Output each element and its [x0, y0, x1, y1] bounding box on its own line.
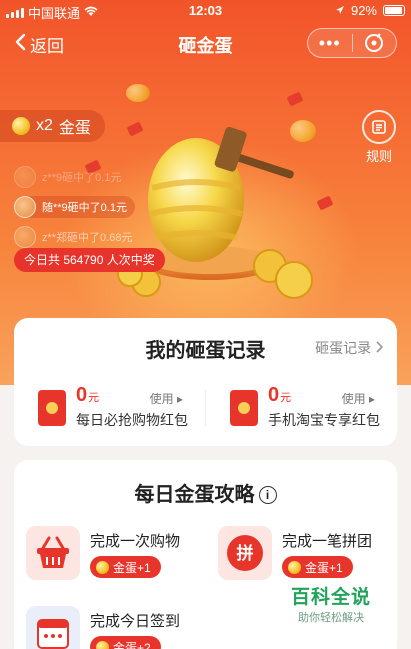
nav-bar: 返回 砸金蛋 ••• — [0, 26, 411, 60]
egg-multiplier: x2 — [36, 117, 53, 134]
rules-label: 规则 — [365, 149, 392, 164]
golden-egg-icon — [96, 560, 109, 574]
info-icon[interactable]: i — [258, 486, 277, 504]
task-item[interactable]: 拼 完成一笔拼团 金蛋+1 — [206, 526, 386, 582]
task-name: 完成一笔拼团 — [282, 533, 373, 550]
winners-feed: z**9砸中了0.1元 随**9砸中了0.1元 z**郑砸中了0.68元 — [14, 166, 135, 256]
avatar — [14, 196, 36, 218]
egg-count-badge: x2 金蛋 — [0, 110, 105, 142]
golden-egg-icon — [96, 640, 109, 649]
use-link[interactable]: 使用 ▸ — [342, 390, 375, 407]
red-packet-icon — [230, 390, 258, 426]
battery-percent: 92% — [350, 3, 377, 18]
status-bar: 中国联通 12:03 92% — [0, 0, 411, 22]
use-link[interactable]: 使用 ▸ — [150, 390, 183, 407]
golden-egg-icon — [12, 117, 30, 135]
location-icon — [335, 3, 345, 18]
svg-text:拼: 拼 — [237, 543, 254, 564]
more-button[interactable]: ••• — [308, 30, 352, 56]
record-item[interactable]: 0元 使用 ▸ 每日必抢购物红包 — [14, 384, 205, 434]
close-button[interactable] — [353, 33, 397, 53]
mini-program-capsule: ••• — [307, 28, 397, 58]
close-circle-icon — [365, 33, 384, 52]
avatar — [14, 166, 36, 188]
red-packet-icon — [38, 390, 66, 426]
rules-icon — [362, 110, 396, 144]
record-amount: 0元 — [76, 384, 100, 406]
task-name: 完成今日签到 — [90, 613, 181, 630]
record-name: 手机淘宝专享红包 — [268, 412, 380, 428]
record-amount: 0元 — [268, 384, 292, 406]
reward-badge: 金蛋+1 — [282, 556, 353, 578]
coin-decoration — [126, 84, 150, 102]
record-name: 每日必抢购物红包 — [76, 412, 188, 428]
watermark-subtitle: 助你轻松解决 — [297, 612, 364, 624]
task-item[interactable]: 完成一次购物 金蛋+1 — [14, 526, 194, 582]
total-winners-badge: 今日共 564790 人次中奖 — [14, 248, 165, 272]
reward-badge: 金蛋+2 — [90, 636, 161, 649]
records-link[interactable]: 砸蛋记录 — [315, 338, 384, 358]
egg-records-card: 我的砸蛋记录 砸蛋记录 0元 使用 ▸ 每日必抢购物红包 0元 使用 ▸ 手机淘… — [14, 318, 397, 446]
winner-item: 随**9砸中了0.1元 — [14, 196, 135, 218]
chevron-right-icon — [375, 340, 384, 356]
task-name: 完成一次购物 — [90, 533, 181, 550]
pin-group-icon: 拼 — [218, 526, 272, 580]
golden-egg-illustration[interactable] — [110, 118, 320, 308]
reward-badge: 金蛋+1 — [90, 556, 161, 578]
watermark-logo: 百科全说 助你轻松解决 — [291, 582, 371, 625]
golden-egg-icon — [288, 560, 301, 574]
avatar — [14, 226, 36, 248]
task-item[interactable]: 完成今日签到 金蛋+2 — [14, 606, 194, 649]
rules-button[interactable]: 规则 — [359, 110, 399, 165]
egg-count-label: 金蛋 — [58, 120, 91, 137]
calendar-icon — [26, 606, 80, 649]
battery-icon — [383, 5, 405, 16]
basket-icon — [26, 526, 80, 580]
red-envelope-decoration — [286, 91, 304, 107]
watermark-title: 百科全说 — [290, 587, 371, 608]
strategy-title: 每日金蛋攻略 i — [14, 478, 397, 507]
winner-item: z**郑砸中了0.68元 — [14, 226, 135, 248]
record-item[interactable]: 0元 使用 ▸ 手机淘宝专享红包 — [206, 384, 397, 434]
winner-item: z**9砸中了0.1元 — [14, 166, 135, 188]
